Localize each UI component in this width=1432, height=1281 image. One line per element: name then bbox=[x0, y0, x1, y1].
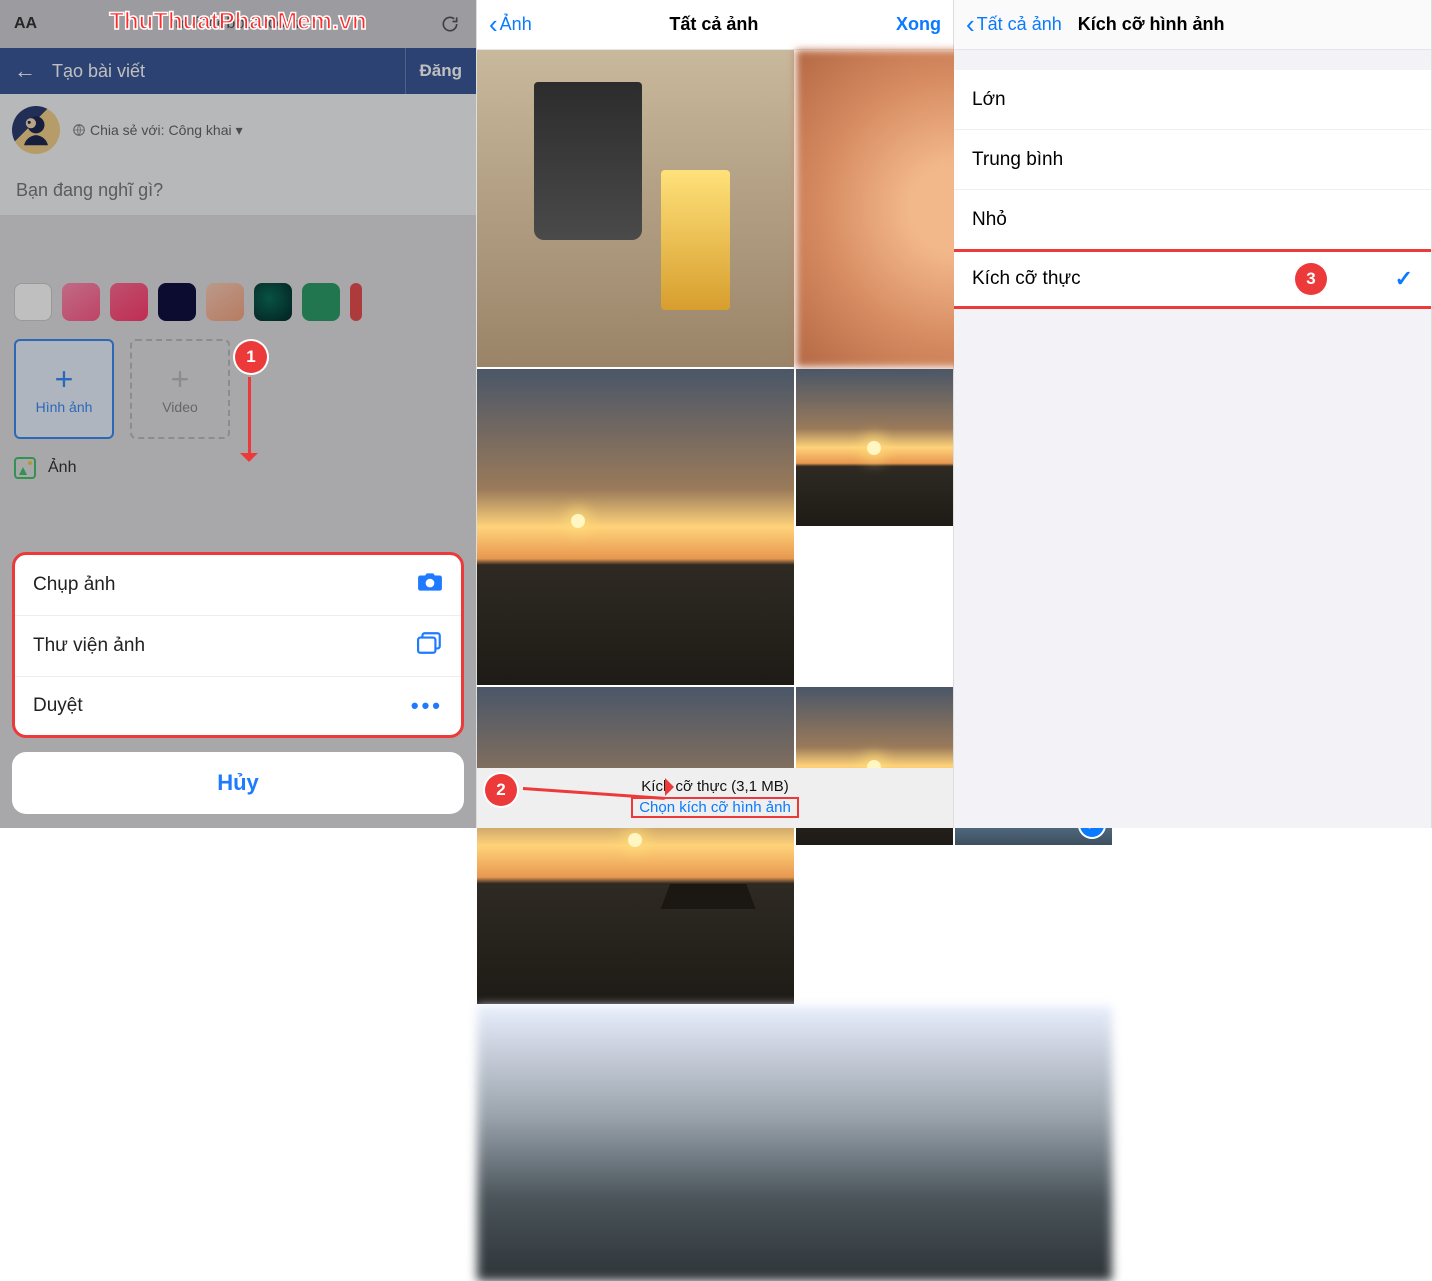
sheet-label: Duyệt bbox=[33, 695, 83, 717]
photo-section[interactable]: Ảnh bbox=[0, 449, 476, 487]
sheet-label: Thư viện ảnh bbox=[33, 635, 145, 657]
fb-header: ← Tạo bài viết Đăng bbox=[0, 48, 476, 94]
audience-selector[interactable]: Chia sẻ với: Công khai ▾ bbox=[72, 122, 243, 139]
chevron-left-icon: ‹ bbox=[489, 9, 498, 40]
nav-bar: ‹Tất cả ảnh Kích cỡ hình ảnh bbox=[954, 0, 1431, 50]
photo-section-label: Ảnh bbox=[48, 459, 76, 477]
chevron-left-icon: ‹ bbox=[966, 9, 975, 40]
thumb-4[interactable] bbox=[796, 369, 953, 526]
option-large[interactable]: Lớn bbox=[954, 70, 1431, 130]
bg-none[interactable] bbox=[14, 283, 52, 321]
nav-title: Tất cả ảnh bbox=[669, 14, 758, 35]
add-video-button[interactable]: + Video bbox=[130, 339, 230, 439]
share-audience: Công khai bbox=[169, 122, 232, 138]
gallery-icon bbox=[417, 632, 443, 660]
bg-red[interactable] bbox=[350, 283, 362, 321]
add-image-button[interactable]: + Hình ảnh bbox=[14, 339, 114, 439]
option-label: Kích cỡ thực bbox=[972, 268, 1081, 290]
sheet-label: Chụp ảnh bbox=[33, 574, 115, 596]
option-label: Trung bình bbox=[972, 149, 1063, 171]
arrow-1 bbox=[244, 377, 254, 469]
text-size-icon[interactable]: AA bbox=[14, 15, 37, 33]
chevron-down-icon: ▾ bbox=[236, 122, 243, 139]
choose-size-link[interactable]: Chọn kích cỡ hình ảnh bbox=[631, 797, 799, 818]
media-picker-row: + Hình ảnh + Video 1 bbox=[0, 329, 476, 449]
thumb-3[interactable] bbox=[477, 369, 794, 686]
post-textarea[interactable]: Bạn đang nghĩ gì? bbox=[0, 166, 476, 215]
sheet-photo-library[interactable]: Thư viện ảnh bbox=[15, 615, 461, 676]
bg-dark[interactable] bbox=[158, 283, 196, 321]
header-title: Tạo bài viết bbox=[52, 61, 405, 82]
composer-meta: Chia sẻ với: Công khai ▾ bbox=[0, 94, 476, 166]
size-options-list: Lớn Trung bình Nhỏ Kích cỡ thực 3 ✓ bbox=[954, 70, 1431, 309]
bg-space[interactable] bbox=[254, 283, 292, 321]
thumb-9[interactable] bbox=[477, 1006, 1112, 1281]
option-medium[interactable]: Trung bình bbox=[954, 130, 1431, 190]
nav-bar: ‹Ảnh Tất cả ảnh Xong bbox=[477, 0, 953, 50]
more-icon: ••• bbox=[411, 693, 443, 719]
plus-icon: + bbox=[171, 363, 190, 395]
callout-3: 3 bbox=[1295, 263, 1327, 295]
thumb-1[interactable] bbox=[477, 50, 794, 367]
checkmark-icon: ✓ bbox=[1395, 266, 1413, 292]
back-button[interactable]: ‹Tất cả ảnh bbox=[966, 9, 1062, 40]
cancel-button[interactable]: Hủy bbox=[12, 752, 464, 814]
thumb-6[interactable] bbox=[477, 687, 794, 1004]
photo-icon bbox=[14, 457, 36, 479]
camera-icon bbox=[417, 571, 443, 599]
share-prefix: Chia sẻ với: bbox=[90, 122, 165, 138]
sheet-take-photo[interactable]: Chụp ảnh bbox=[15, 555, 461, 615]
bg-peach[interactable] bbox=[206, 283, 244, 321]
bg-heart[interactable] bbox=[110, 283, 148, 321]
globe-icon bbox=[72, 123, 86, 137]
callout-1: 1 bbox=[235, 341, 267, 373]
panel-create-post: ThuThuatPhanMem.vn AA m.facebook.com ← T… bbox=[0, 0, 477, 828]
post-button[interactable]: Đăng bbox=[405, 48, 463, 94]
back-button[interactable]: ‹Ảnh bbox=[489, 9, 532, 40]
bg-green[interactable] bbox=[302, 283, 340, 321]
panel-photo-picker: ‹Ảnh Tất cả ảnh Xong ✓ Kích cỡ thực (3,1… bbox=[477, 0, 954, 828]
panel-image-size: ‹Tất cả ảnh Kích cỡ hình ảnh Lớn Trung b… bbox=[954, 0, 1432, 828]
option-small[interactable]: Nhỏ bbox=[954, 190, 1431, 250]
arrow-2 bbox=[523, 784, 683, 794]
option-label: Lớn bbox=[972, 89, 1006, 111]
sheet-group: Chụp ảnh Thư viện ảnh Duyệt ••• bbox=[12, 552, 464, 738]
callout-2: 2 bbox=[485, 774, 517, 806]
sheet-browse[interactable]: Duyệt ••• bbox=[15, 676, 461, 735]
add-image-label: Hình ảnh bbox=[36, 399, 93, 415]
avatar[interactable] bbox=[12, 106, 60, 154]
safari-addressbar[interactable]: AA m.facebook.com bbox=[0, 0, 476, 48]
plus-icon: + bbox=[55, 363, 74, 395]
nav-title: Kích cỡ hình ảnh bbox=[1078, 14, 1225, 35]
reload-icon[interactable] bbox=[438, 12, 462, 36]
option-label: Nhỏ bbox=[972, 209, 1007, 231]
bg-pink[interactable] bbox=[62, 283, 100, 321]
background-picker bbox=[0, 275, 476, 329]
option-actual-size[interactable]: Kích cỡ thực 3 ✓ bbox=[954, 249, 1431, 309]
back-arrow-icon[interactable]: ← bbox=[14, 58, 36, 84]
add-video-label: Video bbox=[162, 399, 198, 415]
footer-size: Kích cỡ thực (3,1 MB) Chọn kích cỡ hình … bbox=[477, 768, 953, 828]
done-button[interactable]: Xong bbox=[896, 14, 941, 35]
action-sheet: Chụp ảnh Thư viện ảnh Duyệt ••• Hủy bbox=[12, 552, 464, 814]
url-label[interactable]: m.facebook.com bbox=[45, 15, 430, 33]
